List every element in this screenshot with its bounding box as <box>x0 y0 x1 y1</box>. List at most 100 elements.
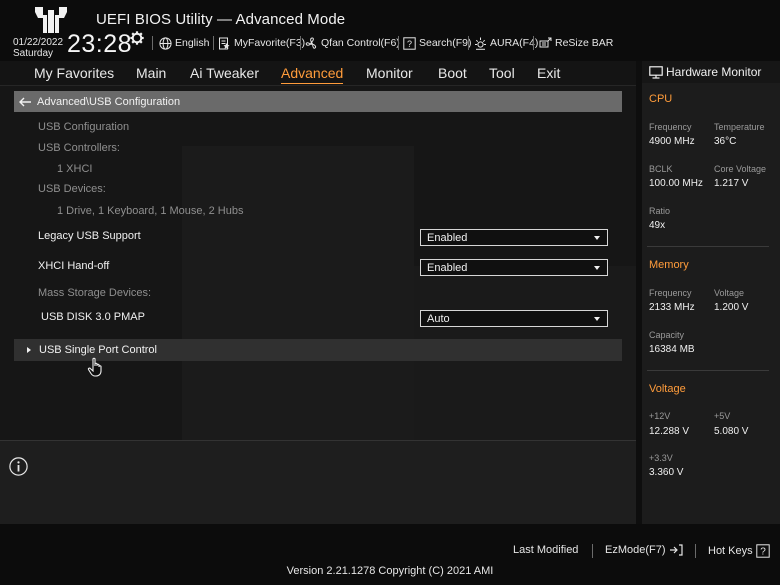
app-title: UEFI BIOS Utility — Advanced Mode <box>96 11 346 28</box>
globe-icon <box>159 36 172 50</box>
hot-keys-button[interactable]: Hot Keys ? <box>708 544 770 558</box>
mass-storage-devices-label: Mass Storage Devices: <box>38 287 152 299</box>
date-text: 01/22/2022 <box>13 37 64 48</box>
memory-frequency-value: 2133 MHz <box>649 302 695 313</box>
svg-text:?: ? <box>760 547 766 558</box>
fan-icon <box>305 37 317 49</box>
version-text: Version 2.21.1278 Copyright (C) 2021 AMI <box>286 565 494 577</box>
ratio-label: Ratio <box>649 206 671 216</box>
usb-disk-emulation-value: Auto <box>427 312 450 325</box>
v5-value: 5.080 V <box>714 426 749 437</box>
usb-disk-label: USB DISK 3.0 PMAP <box>41 311 145 323</box>
xhci-handoff-label: XHCI Hand-off <box>38 260 110 272</box>
usb-disk-emulation-select[interactable]: Auto <box>420 310 608 327</box>
memory-voltage-value: 1.200 V <box>714 302 749 313</box>
myfavorite-button[interactable]: MyFavorite(F3) <box>218 35 305 51</box>
resize-bar-button[interactable]: ReSize BAR <box>539 35 613 51</box>
hot-keys-label: Hot Keys <box>708 545 753 557</box>
tab-advanced[interactable]: Advanced <box>281 65 344 84</box>
last-modified-button[interactable]: Last Modified <box>513 544 578 556</box>
usb-devices-value: 1 Drive, 1 Keyboard, 1 Mouse, 2 Hubs <box>57 205 244 217</box>
resize-bar-label: ReSize BAR <box>555 37 614 49</box>
settings-panel: Advanced\USB Configuration USB Configura… <box>0 86 636 440</box>
usb-single-port-control-label: USB Single Port Control <box>39 344 157 356</box>
header-separator <box>468 36 469 50</box>
v33-value: 3.360 V <box>649 467 684 478</box>
memory-voltage-label: Voltage <box>714 288 745 298</box>
xhci-handoff-select[interactable]: Enabled <box>420 259 608 276</box>
tab-main[interactable]: Main <box>136 65 166 81</box>
qfan-label: Qfan Control(F6) <box>321 37 400 49</box>
chevron-down-icon <box>594 317 600 321</box>
v12-label: +12V <box>649 411 671 421</box>
core-voltage-value: 1.217 V <box>714 178 749 189</box>
myfavorite-label: MyFavorite(F3) <box>234 37 306 49</box>
aura-button[interactable]: AURA(F4) <box>474 35 538 51</box>
svg-text:?: ? <box>407 39 412 49</box>
language-button[interactable]: English <box>159 35 209 51</box>
header-bar: UEFI BIOS Utility — Advanced Mode 01/22/… <box>0 0 780 61</box>
hardware-monitor-title: Hardware Monitor <box>666 65 762 79</box>
core-voltage-label: Core Voltage <box>714 164 767 174</box>
cpu-temperature-value: 36°C <box>714 136 737 147</box>
usb-single-port-control-item[interactable]: USB Single Port Control <box>14 339 622 361</box>
day-text: Saturday <box>13 48 54 59</box>
clock-display: 23:28 <box>67 30 133 58</box>
tuf-logo-icon <box>35 7 67 33</box>
usb-devices-label: USB Devices: <box>38 183 106 195</box>
aura-label: AURA(F4) <box>490 37 539 49</box>
header-separator <box>398 36 399 50</box>
v5-label: +5V <box>714 411 731 421</box>
help-panel <box>0 440 636 524</box>
ezmode-button[interactable]: EzMode(F7) <box>605 544 683 556</box>
favorite-doc-icon <box>219 37 230 49</box>
memory-heading: Memory <box>649 259 689 271</box>
section-divider <box>647 370 769 371</box>
voltage-heading: Voltage <box>649 383 686 395</box>
tab-tool[interactable]: Tool <box>489 65 515 81</box>
hand-cursor-icon <box>87 357 102 377</box>
v12-value: 12.288 V <box>649 426 690 437</box>
date-display: 01/22/2022 Saturday <box>13 37 63 59</box>
search-label: Search(F9) <box>419 37 472 49</box>
search-icon: ? <box>403 36 416 50</box>
legacy-usb-support-value: Enabled <box>427 231 468 244</box>
xhci-handoff-value: Enabled <box>427 261 468 274</box>
tab-my-favorites[interactable]: My Favorites <box>34 65 114 81</box>
monitor-icon <box>649 65 663 79</box>
tab-ai-tweaker[interactable]: Ai Tweaker <box>190 65 259 81</box>
header-separator <box>533 36 534 50</box>
bclk-label: BCLK <box>649 164 673 174</box>
chevron-down-icon <box>594 266 600 270</box>
language-label: English <box>175 37 210 49</box>
section-divider <box>647 246 769 247</box>
header-separator <box>300 36 301 50</box>
search-button[interactable]: ? Search(F9) <box>403 35 472 51</box>
submenu-arrow-icon <box>27 347 31 353</box>
gear-icon[interactable] <box>130 31 144 45</box>
aura-light-icon <box>475 37 486 50</box>
qfan-control-button[interactable]: Qfan Control(F6) <box>305 35 400 51</box>
back-arrow-icon[interactable] <box>18 97 32 107</box>
bclk-value: 100.00 MHz <box>649 178 703 189</box>
cpu-frequency-label: Frequency <box>649 122 692 132</box>
main-menu-bar: My Favorites Main Ai Tweaker Advanced Mo… <box>0 61 636 86</box>
hardware-monitor-header: Hardware Monitor <box>642 61 780 83</box>
background-shape <box>182 146 414 440</box>
cpu-frequency-value: 4900 MHz <box>649 136 695 147</box>
ezmode-label: EzMode(F7) <box>605 544 666 556</box>
ratio-value: 49x <box>649 220 666 231</box>
header-separator <box>152 36 153 50</box>
breadcrumb[interactable]: Advanced\USB Configuration <box>14 91 622 112</box>
info-icon <box>9 457 28 476</box>
footer-separator <box>592 544 593 558</box>
tab-monitor[interactable]: Monitor <box>366 65 413 81</box>
legacy-usb-support-label: Legacy USB Support <box>38 230 141 242</box>
cpu-heading: CPU <box>649 93 673 105</box>
breadcrumb-path: Advanced\USB Configuration <box>37 95 181 108</box>
tab-boot[interactable]: Boot <box>438 65 467 81</box>
legacy-usb-support-select[interactable]: Enabled <box>420 229 608 246</box>
help-icon: ? <box>755 544 770 558</box>
tab-exit[interactable]: Exit <box>537 65 560 81</box>
exit-arrow-icon <box>669 544 683 556</box>
